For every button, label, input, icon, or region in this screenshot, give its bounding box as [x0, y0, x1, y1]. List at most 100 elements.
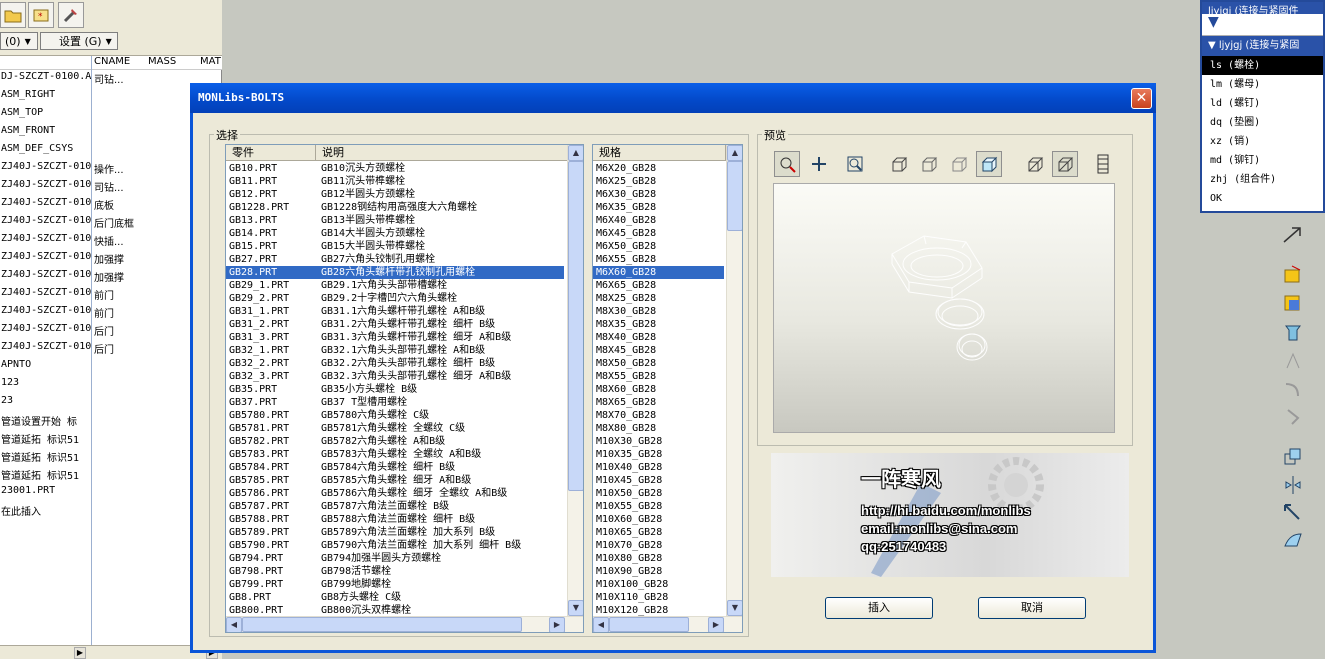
part-row[interactable]: GB798.PRT GB798活节螺栓 [226, 565, 564, 578]
film-strip-icon[interactable] [1090, 151, 1116, 177]
wireframe-icon[interactable] [886, 151, 912, 177]
shading-icon[interactable] [976, 151, 1002, 177]
column-mass[interactable]: MASS [148, 56, 176, 67]
part-row[interactable]: GB29_1.PRT GB29.1六角头头部带槽螺栓 [226, 279, 564, 292]
menu-item[interactable]: zhj (组合件) [1202, 170, 1323, 189]
spec-row[interactable]: M6X30_GB28 [593, 188, 724, 201]
zoom-icon[interactable] [842, 151, 868, 177]
part-row[interactable]: GB37.PRT GB37 T型槽用螺栓 [226, 396, 564, 409]
tree-row[interactable]: ZJ40J-SZCZT-010 前门 [0, 305, 220, 323]
part-row[interactable]: GB5781.PRT GB5781六角头螺栓 全螺纹 C级 [226, 422, 564, 435]
insert-button[interactable]: 插入 [825, 597, 933, 619]
spin-icon[interactable] [774, 151, 800, 177]
parts-column-part[interactable]: 零件 [226, 145, 316, 161]
part-row[interactable]: GB13.PRT GB13半圆头带榫螺栓 [226, 214, 564, 227]
part-row[interactable]: GB5788.PRT GB5788六角法兰面螺栓 细杆 B级 [226, 513, 564, 526]
part-row[interactable]: GB5786.PRT GB5786六角头螺栓 细牙 全螺纹 A和B级 [226, 487, 564, 500]
part-row[interactable]: GB32_3.PRT GB32.3六角头头部带孔螺栓 细牙 A和B级 [226, 370, 564, 383]
spec-column-header[interactable]: 规格 [593, 145, 726, 161]
spec-row[interactable]: M10X100_GB28 [593, 578, 724, 591]
hidden-line-icon[interactable] [916, 151, 942, 177]
tree-row[interactable]: 在此插入 [0, 503, 220, 521]
part-row[interactable]: GB31_3.PRT GB31.3六角头螺杆带孔螺栓 细牙 A和B级 [226, 331, 564, 344]
tree-row[interactable]: ZJ40J-SZCZT-010 后门 [0, 323, 220, 341]
spec-row[interactable]: M6X20_GB28 [593, 162, 724, 175]
part-row[interactable]: GB31_1.PRT GB31.1六角头螺杆带孔螺栓 A和B级 [226, 305, 564, 318]
tree-row[interactable]: ZJ40J-SZCZT-010 前门 [0, 287, 220, 305]
parts-column-desc[interactable]: 说明 [316, 145, 568, 161]
spec-row[interactable]: M8X25_GB28 [593, 292, 724, 305]
part-row[interactable]: GB5780.PRT GB5780六角头螺栓 C级 [226, 409, 564, 422]
scroll-left-icon[interactable]: ◀ [593, 617, 609, 632]
tree-row[interactable]: 123 [0, 377, 220, 395]
settings-dropdown[interactable]: 设置 (G) ▼ [40, 32, 118, 50]
dialog-titlebar[interactable]: MONLibs-BOLTS ✕ [190, 83, 1156, 113]
spec-row[interactable]: M10X110_GB28 [593, 591, 724, 604]
part-row[interactable]: GB29_2.PRT GB29.2十字槽凹穴六角头螺栓 [226, 292, 564, 305]
menu-item[interactable]: OK [1202, 189, 1323, 208]
part-row[interactable]: GB5782.PRT GB5782六角头螺栓 A和B级 [226, 435, 564, 448]
part-row[interactable]: GB5785.PRT GB5785六角头螺栓 细牙 A和B级 [226, 474, 564, 487]
saved-views-icon[interactable] [1052, 151, 1078, 177]
spec-row[interactable]: M6X25_GB28 [593, 175, 724, 188]
scroll-up-icon[interactable]: ▲ [568, 145, 583, 161]
menu-item[interactable]: ls (螺栓) [1202, 56, 1323, 75]
column-mat[interactable]: MAT [200, 56, 221, 67]
surface-icon[interactable] [1282, 530, 1304, 552]
tree-row[interactable]: 23 [0, 395, 220, 413]
spec-vertical-scrollbar[interactable]: ▲ ▼ [726, 145, 742, 616]
datum-plane-icon[interactable] [1282, 264, 1304, 286]
scroll-down-icon[interactable]: ▼ [568, 600, 583, 616]
spec-row[interactable]: M8X80_GB28 [593, 422, 724, 435]
scroll-up-icon[interactable]: ▲ [727, 145, 742, 161]
preview-canvas[interactable] [773, 183, 1115, 433]
folder-icon[interactable] [0, 2, 26, 28]
spec-row[interactable]: M10X80_GB28 [593, 552, 724, 565]
scroll-right-icon[interactable]: ▶ [708, 617, 724, 632]
move-icon[interactable] [1282, 502, 1304, 524]
tree-row[interactable]: 管道设置开始 标 [0, 413, 220, 431]
spec-row[interactable]: M8X60_GB28 [593, 383, 724, 396]
scroll-right-icon[interactable]: ▶ [549, 617, 565, 632]
part-row[interactable]: GB15.PRT GB15大半圆头带榫螺栓 [226, 240, 564, 253]
cancel-button[interactable]: 取消 [978, 597, 1086, 619]
part-row[interactable]: GB11.PRT GB11沉头带榫螺栓 [226, 175, 564, 188]
tree-row[interactable]: ZJ40J-SZCZT-010 操作... [0, 161, 220, 179]
mirror-icon[interactable] [1282, 474, 1304, 496]
extrude-icon[interactable] [1282, 322, 1304, 344]
spec-row[interactable]: M10X70_GB28 [593, 539, 724, 552]
scroll-thumb[interactable] [727, 161, 742, 231]
part-row[interactable]: GB27.PRT GB27六角头铰制孔用螺栓 [226, 253, 564, 266]
menu-item[interactable]: dq (垫圈) [1202, 113, 1323, 132]
part-row[interactable]: GB32_2.PRT GB32.2六角头头部带孔螺栓 细杆 B级 [226, 357, 564, 370]
part-row[interactable]: GB5789.PRT GB5789六角法兰面螺栓 加大系列 B级 [226, 526, 564, 539]
spec-row[interactable]: M6X35_GB28 [593, 201, 724, 214]
part-row[interactable]: GB799.PRT GB799地脚螺栓 [226, 578, 564, 591]
tree-row[interactable]: ZJ40J-SZCZT-010 加强撑 [0, 269, 220, 287]
tree-row[interactable]: ZJ40J-SZCZT-010 底板 [0, 197, 220, 215]
tree-row[interactable]: ZJ40J-SZCZT-010 后门底框 [0, 215, 220, 233]
tree-row[interactable]: 管道延拓 标识51 [0, 431, 220, 449]
tree-row[interactable]: ZJ40J-SZCZT-010 后门 [0, 341, 220, 359]
pan-icon[interactable] [806, 151, 832, 177]
copy-icon[interactable] [1282, 446, 1304, 468]
scroll-thumb[interactable] [609, 617, 689, 632]
spec-row[interactable]: M10X55_GB28 [593, 500, 724, 513]
spec-row[interactable]: M6X45_GB28 [593, 227, 724, 240]
no-hidden-icon[interactable] [946, 151, 972, 177]
menu-item[interactable]: md (铆钉) [1202, 151, 1323, 170]
tree-row[interactable]: ZJ40J-SZCZT-010 加强撑 [0, 251, 220, 269]
scroll-left-icon[interactable]: ◀ [226, 617, 242, 632]
spec-row[interactable]: M10X65_GB28 [593, 526, 724, 539]
spec-row[interactable]: M6X55_GB28 [593, 253, 724, 266]
part-row[interactable]: GB5787.PRT GB5787六角法兰面螺栓 B级 [226, 500, 564, 513]
spec-row[interactable]: M8X65_GB28 [593, 396, 724, 409]
spec-row[interactable]: M8X50_GB28 [593, 357, 724, 370]
spec-row[interactable]: M10X90_GB28 [593, 565, 724, 578]
part-row[interactable]: GB31_2.PRT GB31.2六角头螺杆带孔螺栓 细杆 B级 [226, 318, 564, 331]
tree-row[interactable]: APNTO [0, 359, 220, 377]
spec-row[interactable]: M6X50_GB28 [593, 240, 724, 253]
spec-row[interactable]: M8X35_GB28 [593, 318, 724, 331]
menu-header[interactable]: ▼ ljyjgj (连接与紧固 [1202, 36, 1323, 56]
part-row[interactable]: GB5784.PRT GB5784六角头螺栓 细杆 B级 [226, 461, 564, 474]
